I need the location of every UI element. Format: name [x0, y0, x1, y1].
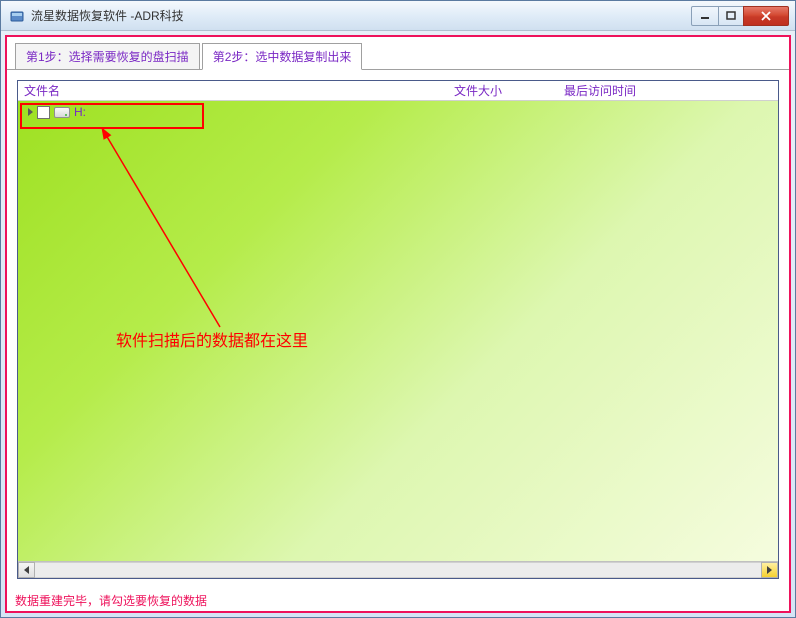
drive-checkbox[interactable]	[37, 106, 50, 119]
tree-body: H:	[18, 101, 778, 561]
minimize-button[interactable]	[691, 6, 719, 26]
chevron-right-icon	[767, 566, 772, 574]
tree-row-drive[interactable]: H:	[18, 101, 778, 121]
header-filename[interactable]: 文件名	[24, 82, 454, 99]
scroll-track[interactable]	[35, 562, 761, 578]
titlebar[interactable]: 流星数据恢复软件 -ADR科技	[1, 1, 795, 31]
scroll-left-button[interactable]	[18, 562, 35, 578]
status-text: 数据重建完毕，请勾选要恢复的数据	[15, 592, 207, 609]
tab-step1[interactable]: 第1步：选择需要恢复的盘扫描	[15, 43, 200, 70]
scroll-right-button[interactable]	[761, 562, 778, 578]
content-area: 文件名 文件大小 最后访问时间 H:	[7, 70, 789, 589]
tab-divider	[7, 69, 789, 70]
list-header: 文件名 文件大小 最后访问时间	[18, 81, 778, 101]
tabbar: 第1步：选择需要恢复的盘扫描 第2步：选中数据复制出来	[7, 37, 789, 70]
close-button[interactable]	[743, 6, 789, 26]
maximize-button[interactable]	[718, 6, 744, 26]
drive-icon	[54, 107, 70, 118]
drive-label: H:	[74, 105, 86, 119]
client-area: 第1步：选择需要恢复的盘扫描 第2步：选中数据复制出来 文件名 文件大小 最后访…	[5, 35, 791, 613]
window-title: 流星数据恢复软件 -ADR科技	[31, 7, 692, 24]
data-frame: 文件名 文件大小 最后访问时间 H:	[17, 80, 779, 579]
app-icon	[9, 8, 25, 24]
horizontal-scrollbar[interactable]	[18, 561, 778, 578]
window-controls	[692, 6, 789, 26]
app-window: 流星数据恢复软件 -ADR科技 第1步：选择需要恢复的盘扫描 第2步：选中数据复…	[0, 0, 796, 618]
expand-icon[interactable]	[28, 108, 33, 116]
header-filesize[interactable]: 文件大小	[454, 82, 564, 99]
statusbar: 数据重建完毕，请勾选要恢复的数据	[7, 589, 789, 611]
chevron-left-icon	[24, 566, 29, 574]
tab-step2[interactable]: 第2步：选中数据复制出来	[202, 43, 363, 70]
header-lastaccess[interactable]: 最后访问时间	[564, 82, 772, 99]
